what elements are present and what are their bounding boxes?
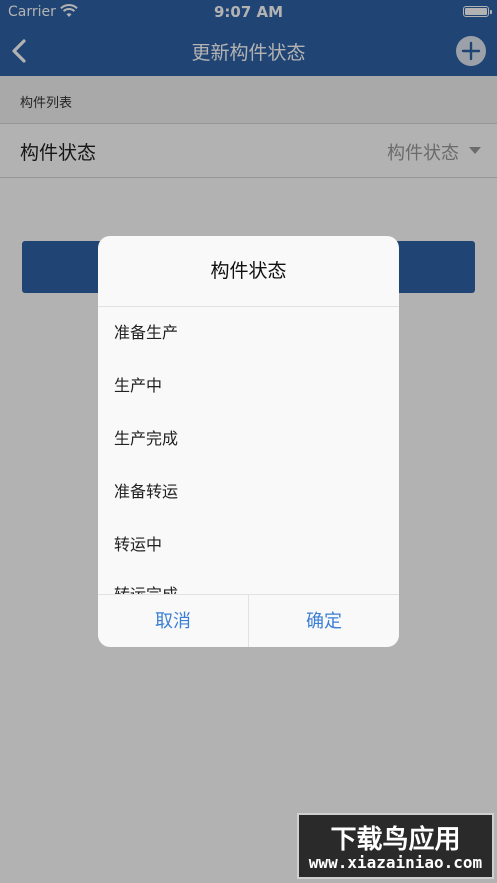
watermark-logo: 下载鸟应用 www.xiazainiao.com <box>297 813 494 879</box>
dialog-option-list[interactable]: 准备生产 生产中 生产完成 准备转运 转运中 转运完成 <box>98 307 399 594</box>
dialog-option[interactable]: 准备生产 <box>114 321 178 345</box>
dialog-option[interactable]: 生产完成 <box>114 427 178 451</box>
watermark-title: 下载鸟应用 <box>330 825 461 855</box>
status-picker-dialog: 构件状态 准备生产 生产中 生产完成 准备转运 转运中 转运完成 取消 确定 <box>98 236 399 647</box>
dialog-option[interactable]: 转运中 <box>114 533 162 557</box>
confirm-button[interactable]: 确定 <box>249 595 399 647</box>
dialog-option[interactable]: 转运完成 <box>114 583 178 594</box>
cancel-button[interactable]: 取消 <box>98 595 249 647</box>
dialog-option[interactable]: 生产中 <box>114 374 162 398</box>
dialog-option[interactable]: 准备转运 <box>114 480 178 504</box>
dialog-title: 构件状态 <box>98 236 399 307</box>
dialog-button-bar: 取消 确定 <box>98 594 399 647</box>
watermark-url: www.xiazainiao.com <box>308 853 483 872</box>
